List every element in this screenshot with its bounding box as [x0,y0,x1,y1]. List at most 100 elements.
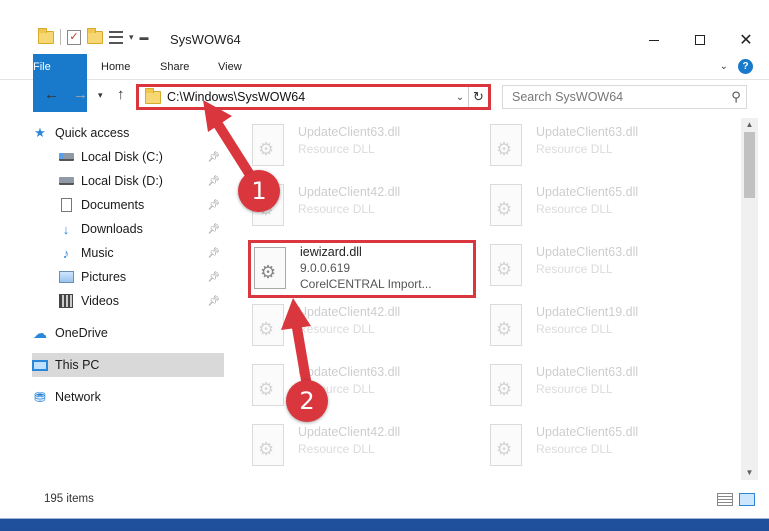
file-description: Resource DLL [536,142,613,156]
step-1-callout: 1 [238,170,280,212]
videos-icon [58,294,74,308]
tab-view[interactable]: View [218,54,242,80]
customize-toolbar-icon[interactable]: ▬ [140,32,149,42]
sidebar-item-downloads[interactable]: ↓ Downloads 📌︎ [58,217,224,241]
sidebar-item-documents[interactable]: Documents 📌︎ [58,193,224,217]
ribbon-right: ⌄ ? [720,59,753,74]
close-button[interactable]: ✕ [723,26,769,54]
refresh-icon[interactable]: ↻ [468,87,488,107]
address-path[interactable]: C:\Windows\SysWOW64 [167,90,452,104]
sidebar-item-label: Local Disk (C:) [81,150,163,164]
file-item[interactable]: UpdateClient63.dllResource DLL [230,120,458,178]
file-name: UpdateClient63.dll [536,365,639,379]
sidebar-item-label: Quick access [55,126,130,140]
status-bar: 195 items [0,486,769,512]
tiles-view-icon[interactable] [739,493,755,506]
file-description: Resource DLL [536,262,613,276]
search-input[interactable] [512,90,726,104]
dll-file-icon [490,244,522,286]
sidebar-item-label: Videos [81,294,119,308]
address-dropdown-icon[interactable]: ⌄ [452,92,468,103]
file-item[interactable]: UpdateClient65.dll Resource DLL [468,180,696,238]
dll-file-icon [490,364,522,406]
sidebar-item-local-disk-c[interactable]: Local Disk (C:) 📌︎ [58,145,224,169]
file-item[interactable]: UpdateClient63.dll Resource DLL [468,120,696,178]
sidebar-item-this-pc[interactable]: This PC [32,353,224,377]
tab-share[interactable]: Share [160,54,189,80]
expand-ribbon-icon[interactable]: ⌄ [720,61,728,72]
help-icon[interactable]: ? [738,59,753,74]
file-name: UpdateClient42.dll [298,185,401,199]
file-item[interactable]: UpdateClient65.dll Resource DLL [468,420,696,478]
file-item-iewizard[interactable]: iewizard.dll 9.0.0.619 CorelCENTRAL Impo… [248,240,476,298]
scroll-up-icon[interactable]: ▲ [741,118,758,132]
sidebar-item-network[interactable]: ⛃ Network [32,385,224,409]
file-description: Resource DLL [536,202,613,216]
downloads-icon: ↓ [62,221,70,237]
tab-home[interactable]: Home [101,54,130,80]
file-item[interactable]: UpdateClient19.dll Resource DLL [468,300,696,358]
file-item[interactable]: UpdateClient63.dllResource DLL [230,360,458,418]
pin-icon[interactable]: 📌︎ [207,248,220,259]
file-explorer-window: ✓ ▾ ▬ SysWOW64 ✕ File Home Share View ⌄ … [0,0,769,519]
sidebar-item-label: Downloads [81,222,143,236]
file-name: UpdateClient42.dll [298,425,401,439]
sidebar-item-pictures[interactable]: Pictures 📌︎ [58,265,224,289]
sidebar-item-videos[interactable]: Videos 📌︎ [58,289,224,313]
pin-icon[interactable]: 📌︎ [207,224,220,235]
search-icon[interactable]: ⚲ [726,89,746,105]
dll-file-icon [254,247,286,289]
sidebar-item-quick-access[interactable]: ★ Quick access [32,121,224,145]
back-arrow-icon[interactable]: ← [44,86,59,103]
pin-icon[interactable]: 📌︎ [207,152,220,163]
address-bar[interactable]: C:\Windows\SysWOW64 ⌄ ↻ [136,84,491,110]
sidebar-item-label: Pictures [81,270,127,284]
minimize-button[interactable] [631,26,677,54]
properties-icon[interactable]: ✓ [67,29,81,45]
file-item[interactable]: UpdateClient42.dll Resource DLL [230,300,458,358]
search-box[interactable]: ⚲ [502,85,747,109]
window-controls: ✕ [631,26,769,54]
pin-icon[interactable]: 📌︎ [207,176,220,187]
dll-file-icon [252,124,284,166]
file-name: UpdateClient63.dll [536,245,639,259]
sidebar-item-label: This PC [55,358,100,372]
dll-file-icon [490,304,522,346]
scroll-down-icon[interactable]: ▼ [741,466,758,480]
file-name: UpdateClient65.dll [536,425,639,439]
details-view-icon[interactable] [717,493,733,506]
maximize-icon [695,35,705,45]
pin-icon[interactable]: 📌︎ [207,200,220,211]
new-folder-icon[interactable] [87,27,103,44]
file-item[interactable]: UpdateClient42.dll Resource DLL [230,420,458,478]
forward-arrow-icon[interactable]: → [73,86,88,103]
sidebar-item-music[interactable]: ♪ Music 📌︎ [58,241,224,265]
pin-icon[interactable]: 📌︎ [207,272,220,283]
quick-access-toolbar: ✓ ▾ ▬ [38,27,149,45]
toolbar-divider [60,29,61,45]
drive-icon [58,174,74,188]
file-name: UpdateClient19.dll [536,305,639,319]
pin-icon[interactable]: 📌︎ [207,296,220,307]
file-name: UpdateClient63.dll [536,125,639,139]
vertical-scrollbar[interactable]: ▲ ▼ [741,118,758,480]
sidebar-item-label: Network [55,390,101,404]
sidebar-item-local-disk-d[interactable]: Local Disk (D:) 📌︎ [58,169,224,193]
up-arrow-icon[interactable]: ↑ [117,86,125,103]
step-2-callout: 2 [286,380,328,422]
chevron-down-icon[interactable]: ▾ [129,32,134,43]
sidebar-item-onedrive[interactable]: ☁ OneDrive [32,321,224,345]
recent-locations-chevron-icon[interactable]: ▾ [98,90,103,101]
file-description: Resource DLL [298,322,375,336]
file-item[interactable]: UpdateClient63.dllResource DLL [468,360,696,418]
list-icon[interactable] [109,30,123,44]
dll-file-icon [252,304,284,346]
music-icon: ♪ [62,245,70,261]
file-item[interactable]: UpdateClient63.dll Resource DLL [468,240,696,298]
file-name: iewizard.dll [300,245,362,259]
file-name: UpdateClient63.dll [298,365,401,379]
dll-file-icon [490,184,522,226]
maximize-button[interactable] [677,26,723,54]
file-description: Resource DLL [536,322,613,336]
scrollbar-thumb[interactable] [744,132,755,198]
